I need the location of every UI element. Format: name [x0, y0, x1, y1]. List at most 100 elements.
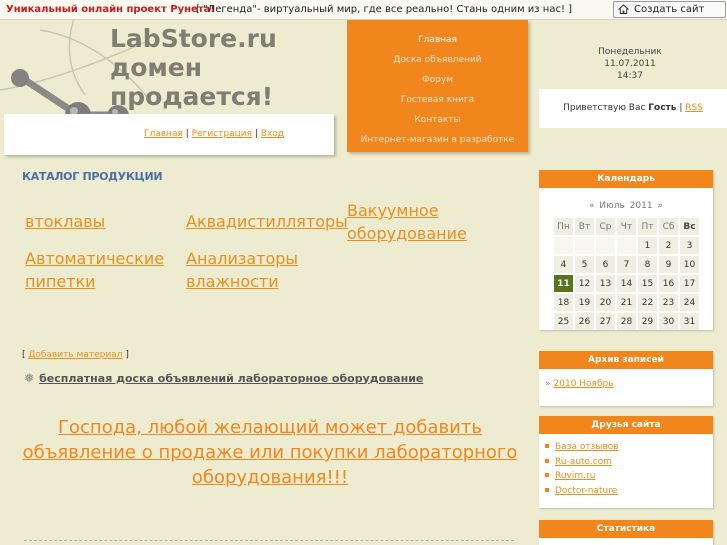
friends-box: Друзья сайта База отзывов Ru-auto.com Ru…	[539, 416, 713, 508]
list-item: Doctor-nature	[545, 484, 713, 499]
weekday-text: Понедельник	[598, 47, 662, 57]
next-month-arrow[interactable]: »	[657, 201, 663, 211]
register-link[interactable]: Регистрация	[192, 129, 252, 139]
add-material-link[interactable]: Добавить материал	[28, 350, 122, 360]
weekday-header: Ср	[596, 218, 615, 235]
calendar-month: Июль 2011	[599, 201, 653, 211]
calendar-day: 16	[659, 275, 678, 292]
bullet-icon	[545, 458, 549, 463]
date-text: 11.07.2011	[604, 59, 656, 69]
nav-item-forum[interactable]: Форум	[347, 70, 528, 90]
friend-link[interactable]: Doctor-nature	[555, 486, 617, 496]
stats-title: Статистика	[539, 520, 713, 538]
calendar-day: 31	[680, 313, 699, 330]
calendar-day: 23	[659, 294, 678, 311]
calendar-title: Календарь	[539, 170, 713, 188]
home-link[interactable]: Главная	[144, 129, 183, 139]
nav-item-shop[interactable]: Интернет-магазин в разработке	[347, 130, 528, 150]
calendar-day-empty	[596, 237, 615, 254]
legend-promo-link[interactable]: [ "Легенда"- виртуальный мир, где все ре…	[196, 4, 572, 15]
calendar-day: 20	[596, 294, 615, 311]
weekday-header: Чт	[617, 218, 636, 235]
calendar-day: 6	[596, 256, 615, 273]
friend-link[interactable]: Ruvim.ru	[555, 471, 595, 481]
snowflake-icon: ❅	[24, 371, 35, 385]
greeting-text: Приветствую Вас	[563, 103, 646, 113]
add-material-block: [ Добавить материал ]	[22, 350, 129, 360]
calendar-day: 18	[554, 294, 573, 311]
free-board-link[interactable]: бесплатная доска объявлений лабораторное…	[39, 372, 423, 385]
double-arrow-icon: »	[545, 379, 551, 389]
calendar-day: 24	[680, 294, 699, 311]
calendar-grid: Пн Вт Ср Чт Пт Сб Вс 1 2 3 4 5 6 7 8 9 1…	[552, 216, 701, 332]
stats-box: Статистика	[539, 520, 713, 545]
weekday-header: Вт	[575, 218, 594, 235]
calendar-day-empty	[575, 237, 594, 254]
nav-item-guestbook[interactable]: Гостевая книга	[347, 90, 528, 110]
calendar-day: 15	[638, 275, 657, 292]
calendar-day: 14	[617, 275, 636, 292]
calendar-day: 10	[680, 256, 699, 273]
catalog-heading: КАТАЛОГ ПРОДУКЦИИ	[22, 170, 163, 183]
catalog-item-moisture[interactable]: Анализаторы влажности	[186, 247, 316, 293]
weekday-header: Сб	[659, 218, 678, 235]
calendar-day: 1	[638, 237, 657, 254]
friend-link[interactable]: Ru-auto.com	[555, 457, 612, 467]
calendar-day: 17	[680, 275, 699, 292]
calendar-month-nav: « Июль 2011 »	[539, 201, 713, 211]
calendar-day: 28	[617, 313, 636, 330]
calendar-day: 7	[617, 256, 636, 273]
list-item: Ruvim.ru	[545, 469, 713, 484]
calendar-day: 5	[575, 256, 594, 273]
calendar-day: 26	[575, 313, 594, 330]
catalog-item-autoclaves[interactable]: втоклавы	[25, 210, 105, 233]
bullet-icon	[545, 473, 549, 477]
create-site-button[interactable]: Создать сайт	[613, 1, 726, 18]
calendar-box: Календарь « Июль 2011 » Пн Вт Ср Чт Пт С…	[539, 170, 713, 330]
promo-text: Уникальный онлайн проект Рунета!	[6, 4, 215, 15]
create-site-label: Создать сайт	[634, 4, 705, 15]
divider	[24, 540, 514, 541]
catalog-item-distillers[interactable]: Аквадистилляторы	[186, 210, 348, 233]
calendar-day: 8	[638, 256, 657, 273]
calendar-day: 4	[554, 256, 573, 273]
greeting-panel: Приветствую Вас Гость | RSS	[539, 89, 727, 128]
weekday-header: Пн	[554, 218, 573, 235]
calendar-day: 12	[575, 275, 594, 292]
main-nav: Главная Доска объявлений Форум Гостевая …	[347, 20, 528, 152]
archive-item: » 2010 Ноябрь	[545, 379, 713, 389]
friends-title: Друзья сайта	[539, 416, 713, 434]
prev-month-arrow[interactable]: «	[589, 201, 595, 211]
date-block: Понедельник 11.07.2011 14:37	[560, 46, 700, 82]
login-links: Главная | Регистрация | Вход	[144, 129, 284, 139]
weekday-header: Пт	[638, 218, 657, 235]
calendar-day: 30	[659, 313, 678, 330]
nav-item-contacts[interactable]: Контакты	[347, 110, 528, 130]
calendar-day: 3	[680, 237, 699, 254]
login-panel: Главная | Регистрация | Вход	[4, 114, 334, 155]
list-item: Ru-auto.com	[545, 455, 713, 470]
announcement-link[interactable]: Господа, любой желающий может добавить о…	[20, 415, 520, 490]
weekday-header: Вс	[680, 218, 699, 235]
calendar-day: 19	[575, 294, 594, 311]
ad-entry: ❅ бесплатная доска объявлений лабораторн…	[24, 371, 423, 385]
site-title: LabStore.ru домен продается!	[110, 24, 277, 111]
calendar-day: 22	[638, 294, 657, 311]
list-item: База отзывов	[545, 440, 713, 455]
calendar-day: 9	[659, 256, 678, 273]
nav-item-board[interactable]: Доска объявлений	[347, 50, 528, 70]
catalog-item-pipettes[interactable]: Автоматические пипетки	[25, 247, 175, 293]
rss-link[interactable]: RSS	[685, 103, 703, 113]
login-link[interactable]: Вход	[261, 129, 284, 139]
archive-link[interactable]: 2010 Ноябрь	[554, 379, 614, 389]
nav-item-home[interactable]: Главная	[347, 30, 528, 50]
calendar-day: 27	[596, 313, 615, 330]
friend-link[interactable]: База отзывов	[555, 442, 619, 452]
calendar-day-empty	[617, 237, 636, 254]
greeting-user: Гость	[648, 103, 677, 113]
catalog-item-vacuum[interactable]: Вакуумное оборудование	[347, 199, 487, 245]
time-text: 14:37	[617, 71, 643, 81]
archive-title: Архив записей	[539, 351, 713, 369]
calendar-day: 29	[638, 313, 657, 330]
archive-box: Архив записей » 2010 Ноябрь	[539, 351, 713, 406]
